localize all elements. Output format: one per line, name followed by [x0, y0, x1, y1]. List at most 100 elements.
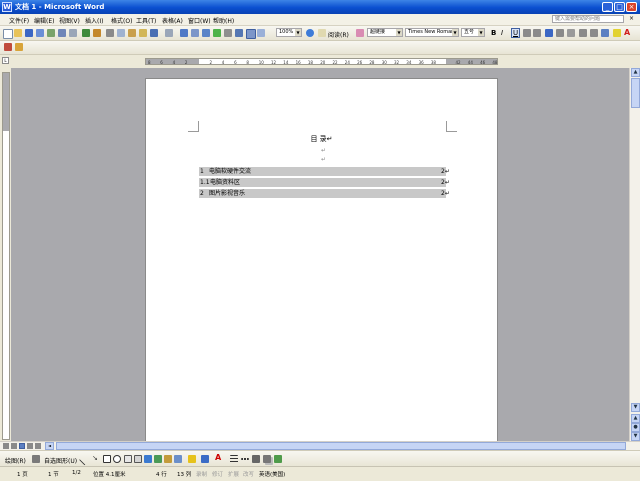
scroll-up-icon[interactable]: ▲	[631, 68, 640, 77]
pdf-icon[interactable]	[4, 43, 12, 51]
tables-borders-icon[interactable]	[191, 29, 199, 37]
show-hide-icon[interactable]	[257, 29, 265, 37]
menu-window[interactable]: 窗口(W)	[188, 16, 211, 25]
bullets-icon[interactable]	[590, 29, 598, 37]
align-right-icon[interactable]	[556, 29, 564, 37]
numbering-icon[interactable]	[579, 29, 587, 37]
highlight-icon[interactable]	[613, 29, 621, 37]
line-style-icon[interactable]	[230, 455, 238, 463]
document-map-icon[interactable]	[246, 29, 256, 39]
vertical-scrollbar[interactable]: ▲ ▼ ▲ ● ▼	[629, 68, 640, 442]
scroll-left-icon[interactable]: ◄	[45, 442, 54, 450]
permission-icon[interactable]	[36, 29, 44, 37]
zoom-select[interactable]: 100% ▼	[276, 28, 302, 37]
vertical-ruler[interactable]	[2, 72, 10, 440]
line-icon[interactable]	[78, 453, 92, 466]
status-extend[interactable]: 扩展	[228, 470, 239, 478]
help-icon[interactable]	[306, 29, 314, 37]
reading-view-icon[interactable]	[35, 443, 41, 449]
next-page-icon[interactable]: ▼	[631, 432, 640, 441]
new-doc-icon[interactable]	[3, 29, 13, 39]
scroll-thumb[interactable]	[631, 78, 640, 108]
reading-button[interactable]: 阅读(R)	[328, 30, 349, 39]
arrow-icon[interactable]: ↘	[92, 455, 100, 463]
document-page[interactable]: 目 录↵ ↵ ↵ 1 电脑软硬件交流 2↵ 1.1 电脑资料区 2↵ 2 图片影…	[145, 78, 498, 442]
print-view-icon[interactable]	[19, 443, 25, 449]
select-objects-icon[interactable]	[32, 455, 40, 463]
copy-icon[interactable]	[117, 29, 125, 37]
styles-icon[interactable]	[356, 29, 364, 37]
picture-icon[interactable]	[174, 455, 182, 463]
textbox-icon[interactable]	[124, 455, 132, 463]
drawing-icon[interactable]	[235, 29, 243, 37]
close-button[interactable]: ×	[626, 2, 637, 12]
arrow-style-icon[interactable]	[252, 455, 260, 463]
word-app-icon[interactable]: W	[2, 2, 12, 12]
status-overtype[interactable]: 改写	[243, 470, 254, 478]
open-icon[interactable]	[14, 29, 22, 37]
menu-view[interactable]: 视图(V)	[59, 16, 80, 25]
horizontal-ruler[interactable]: 8 6 4 2 2 4 6 8 10 12 14 16 18 20 22 24 26 28 30 32 34 36 38 42…	[145, 58, 498, 65]
toc-entry-2[interactable]: 1.1 电脑资料区 2↵	[199, 178, 450, 187]
close-document-icon[interactable]: ×	[629, 15, 634, 22]
menu-insert[interactable]: 插入(I)	[85, 16, 103, 25]
font-color-button[interactable]: A	[624, 28, 630, 37]
align-center-icon[interactable]	[533, 29, 541, 37]
menu-format[interactable]: 格式(O)	[111, 16, 132, 25]
diagram-icon[interactable]	[154, 455, 162, 463]
reading-icon[interactable]	[318, 29, 326, 37]
insert-excel-icon[interactable]	[213, 29, 221, 37]
font-select[interactable]: Times New Roman ▼	[405, 28, 459, 37]
scroll-down-icon[interactable]: ▼	[631, 403, 640, 412]
bold-button[interactable]: B	[491, 29, 496, 37]
help-search-input[interactable]: 键入需要帮助的问题	[552, 15, 624, 23]
align-left-icon[interactable]	[523, 29, 531, 37]
redo-icon[interactable]	[165, 29, 173, 37]
document-area[interactable]: 目 录↵ ↵ ↵ 1 电脑软硬件交流 2↵ 1.1 电脑资料区 2↵ 2 图片影…	[11, 68, 629, 442]
font-size-select[interactable]: 五号 ▼	[461, 28, 485, 37]
underline-button[interactable]: U	[511, 28, 521, 38]
dash-style-icon[interactable]	[241, 458, 249, 460]
style-select[interactable]: 超链接 ▼	[367, 28, 403, 37]
fill-color-icon[interactable]	[188, 455, 196, 463]
browse-object-icon[interactable]: ●	[631, 423, 640, 432]
toc-entry-3[interactable]: 2 图片影视音乐 2↵	[199, 189, 450, 198]
line-color-icon[interactable]	[201, 455, 209, 463]
vertical-textbox-icon[interactable]	[134, 455, 142, 463]
rectangle-icon[interactable]	[103, 455, 111, 463]
format-painter-icon[interactable]	[139, 29, 147, 37]
menu-edit[interactable]: 编辑(E)	[34, 16, 54, 25]
hyperlink-icon[interactable]	[180, 29, 188, 37]
draw-menu-button[interactable]: 绘图(R)	[5, 456, 26, 465]
draw-font-color-icon[interactable]: A	[215, 454, 223, 462]
tab-selector-icon[interactable]: L	[2, 57, 9, 64]
3d-icon[interactable]	[274, 455, 282, 463]
status-track[interactable]: 修订	[212, 470, 223, 478]
normal-view-icon[interactable]	[3, 443, 9, 449]
italic-button[interactable]: I	[501, 29, 503, 37]
paste-icon[interactable]	[128, 29, 136, 37]
hscroll-thumb[interactable]	[56, 442, 626, 450]
toc-entry-1[interactable]: 1 电脑软硬件交流 2↵	[199, 167, 450, 176]
shadow-icon[interactable]	[263, 455, 271, 463]
menu-file[interactable]: 文件(F)	[9, 16, 29, 25]
line-spacing-icon[interactable]	[567, 29, 575, 37]
outline-view-icon[interactable]	[27, 443, 33, 449]
autoshapes-button[interactable]: 自选图形(U)	[44, 456, 77, 465]
justify-icon[interactable]	[545, 29, 553, 37]
save-icon[interactable]	[25, 29, 33, 37]
undo-icon[interactable]	[150, 29, 158, 37]
menu-table[interactable]: 表格(A)	[162, 16, 183, 25]
spelling-icon[interactable]	[82, 29, 90, 37]
previous-page-icon[interactable]: ▲	[631, 414, 640, 423]
print-icon[interactable]	[58, 29, 66, 37]
cut-icon[interactable]	[106, 29, 114, 37]
menu-help[interactable]: 帮助(H)	[213, 16, 234, 25]
columns-icon[interactable]	[224, 29, 232, 37]
oval-icon[interactable]	[113, 455, 121, 463]
web-view-icon[interactable]	[11, 443, 17, 449]
pdf-convert-icon[interactable]	[15, 43, 23, 51]
email-icon[interactable]	[47, 29, 55, 37]
clipart-icon[interactable]	[164, 455, 172, 463]
minimize-button[interactable]: _	[602, 2, 613, 12]
